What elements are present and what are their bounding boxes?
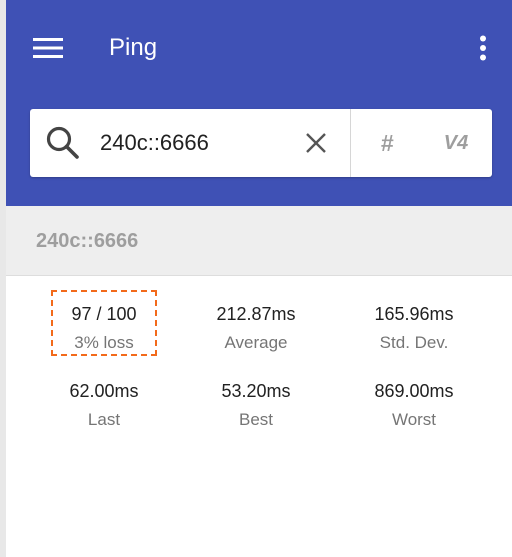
stat-stddev: 165.96ms Std. Dev. xyxy=(354,302,474,355)
search-bar: # V4 xyxy=(30,109,492,177)
stat-received-value: 97 / 100 xyxy=(71,304,137,324)
stat-average: 212.87ms Average xyxy=(196,302,316,355)
search-icon xyxy=(44,124,82,162)
hash-button[interactable]: # xyxy=(372,126,402,160)
more-vert-icon xyxy=(480,35,486,61)
stat-stddev-value: 165.96ms xyxy=(374,304,454,324)
app-bar: Ping # V xyxy=(6,0,512,206)
stat-worst-label: Worst xyxy=(391,410,437,429)
stat-best-label: Best xyxy=(238,410,274,429)
menu-button[interactable] xyxy=(28,28,68,68)
stat-last: 62.00ms Last xyxy=(44,379,164,432)
stat-worst-value: 869.00ms xyxy=(374,381,454,401)
host-header: 240c::6666 xyxy=(6,206,512,276)
stat-last-value: 62.00ms xyxy=(69,381,139,401)
host-label: 240c::6666 xyxy=(36,230,139,252)
ip-version-button[interactable]: V4 xyxy=(436,126,476,160)
stat-stddev-label: Std. Dev. xyxy=(379,333,449,352)
search-divider xyxy=(350,109,351,177)
stat-average-value: 212.87ms xyxy=(216,304,296,324)
stat-best: 53.20ms Best xyxy=(196,379,316,432)
stat-best-value: 53.20ms xyxy=(221,381,291,401)
clear-button[interactable] xyxy=(300,127,332,159)
hamburger-menu-icon xyxy=(33,38,63,58)
stat-received: 97 / 100 3% loss xyxy=(44,302,164,355)
close-icon xyxy=(306,133,326,153)
stat-last-label: Last xyxy=(87,410,121,429)
stat-average-label: Average xyxy=(224,333,288,352)
ping-app: Ping # V xyxy=(0,0,512,557)
app-title: Ping xyxy=(109,34,158,61)
stat-worst: 869.00ms Worst xyxy=(354,379,474,432)
host-input[interactable] xyxy=(100,126,290,160)
overflow-menu-button[interactable] xyxy=(466,28,500,68)
stat-received-label: 3% loss xyxy=(74,333,134,352)
